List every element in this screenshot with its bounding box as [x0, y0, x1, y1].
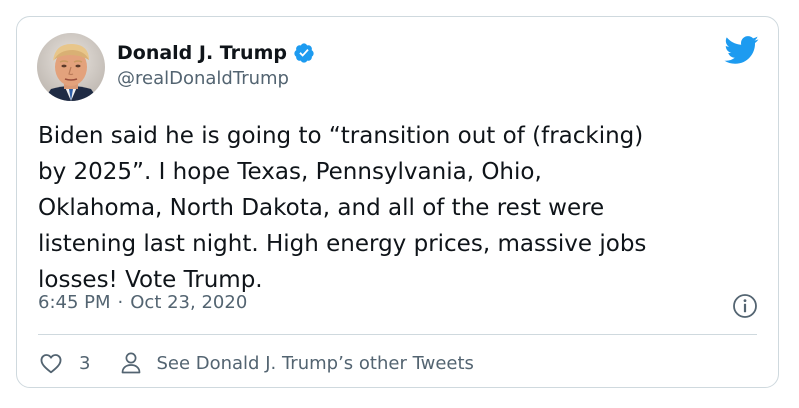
info-icon[interactable]	[730, 291, 760, 321]
see-other-tweets-link[interactable]: See Donald J. Trump’s other Tweets	[120, 351, 474, 375]
tweet-actions: 3 See Donald J. Trump’s other Tweets	[38, 349, 474, 377]
timestamp-separator: ·	[117, 292, 124, 313]
tweet-text: Biden said he is going to “transition ou…	[38, 123, 647, 293]
avatar[interactable]	[37, 33, 105, 101]
author-handle[interactable]: @realDonaldTrump	[117, 68, 289, 89]
tweet-card: Donald J. Trump @realDonaldTrump Biden s…	[16, 16, 779, 388]
tweet-time[interactable]: 6:45 PM	[38, 292, 111, 313]
tweet-timestamp[interactable]: 6:45 PM · Oct 23, 2020	[38, 292, 247, 313]
person-icon	[122, 352, 141, 374]
author-display-name[interactable]: Donald J. Trump	[117, 42, 287, 64]
avatar-photo	[37, 33, 105, 101]
divider	[38, 334, 757, 335]
twitter-bird-icon[interactable]	[723, 35, 759, 65]
tweet-date[interactable]: Oct 23, 2020	[130, 292, 247, 313]
heart-icon	[40, 354, 62, 374]
verified-badge-icon	[294, 43, 314, 63]
author-name-row: Donald J. Trump	[117, 40, 315, 66]
like-button[interactable]: 3	[38, 350, 90, 376]
see-other-tweets-label: See Donald J. Trump’s other Tweets	[156, 352, 474, 374]
like-count: 3	[79, 352, 91, 374]
